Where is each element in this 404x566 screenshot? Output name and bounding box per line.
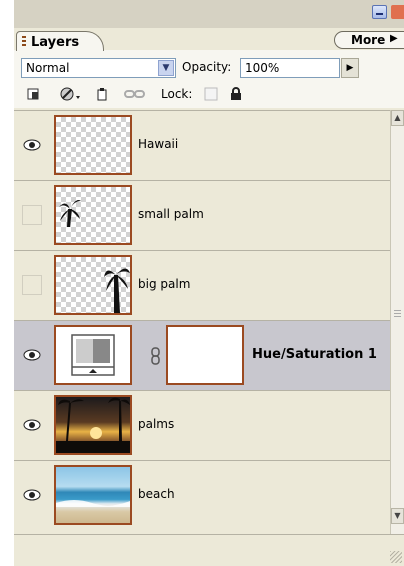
minimize-icon[interactable] <box>372 5 387 19</box>
opacity-value: 100% <box>245 61 280 75</box>
layer-row-small-palm[interactable]: small palm <box>14 180 390 250</box>
more-menu-label: More <box>351 33 386 47</box>
eye-icon[interactable] <box>22 135 42 155</box>
close-icon[interactable] <box>391 5 404 19</box>
lock-all-icon[interactable] <box>229 87 243 101</box>
layer-name: big palm <box>138 277 191 291</box>
more-menu-button[interactable]: More ▶ <box>334 31 404 49</box>
scroll-up-icon[interactable]: ▲ <box>391 110 404 126</box>
palms-sunset-photo <box>56 397 130 453</box>
opacity-slider-arrow-icon[interactable]: ▶ <box>341 58 359 78</box>
blend-mode-select[interactable]: Normal ▼ <box>21 58 176 78</box>
tab-bar: Layers More ▶ <box>14 28 404 51</box>
tab-layers[interactable]: Layers <box>16 31 104 51</box>
scroll-down-icon[interactable]: ▼ <box>391 508 404 524</box>
opacity-input[interactable]: 100% <box>240 58 340 78</box>
link-icon[interactable] <box>124 87 146 101</box>
small-palm-silhouette <box>59 200 81 227</box>
layer-name: Hawaii <box>138 137 179 151</box>
layer-row-palms[interactable]: palms <box>14 390 390 460</box>
blend-mode-value: Normal <box>26 61 70 75</box>
eye-icon[interactable] <box>22 415 42 435</box>
tab-layers-label: Layers <box>31 35 80 50</box>
layer-thumbnail-hawaii <box>54 115 132 175</box>
chain-link-icon[interactable] <box>150 347 162 368</box>
layer-options-bar: Normal ▼ Opacity: 100% ▶ Lock: <box>14 50 404 108</box>
resize-grip-icon[interactable] <box>390 551 402 563</box>
layer-row-beach[interactable]: beach <box>14 460 390 530</box>
layer-row-hawaii[interactable]: Hawaii <box>14 110 390 180</box>
layer-thumbnail-big-palm <box>54 255 132 315</box>
big-palm-silhouette <box>104 268 130 313</box>
layer-mask-thumbnail[interactable] <box>166 325 244 385</box>
layers-panel: Layers More ▶ Normal ▼ Opacity: 100% ▶ L… <box>14 0 404 566</box>
layers-scrollbar[interactable]: ▲ ▼ <box>390 110 404 534</box>
dropdown-arrow-icon[interactable]: ▼ <box>158 60 174 76</box>
adjustment-layer-thumbnail <box>54 325 132 385</box>
layer-row-big-palm[interactable]: big palm <box>14 250 390 320</box>
layer-name: small palm <box>138 207 204 221</box>
visibility-toggle[interactable] <box>22 205 42 225</box>
panel-title-strip <box>14 0 404 28</box>
lock-label: Lock: <box>161 87 193 101</box>
beach-photo <box>56 500 130 507</box>
layer-thumbnail-palms <box>54 395 132 455</box>
layer-thumbnail-beach <box>54 465 132 525</box>
layer-name: beach <box>138 487 175 501</box>
panel-bottom-bar <box>14 534 404 566</box>
opacity-label: Opacity: <box>182 60 232 74</box>
layer-thumbnail-small-palm <box>54 185 132 245</box>
adjustment-layer-icon <box>71 334 115 376</box>
layer-name: palms <box>138 417 175 431</box>
layers-list: Hawaii small palm big palm Hue/Saturatio… <box>14 110 390 534</box>
layer-style-icon[interactable] <box>27 87 41 101</box>
lock-transparency-icon[interactable] <box>204 87 218 101</box>
scroll-thumb-grip[interactable] <box>394 310 401 318</box>
eye-icon[interactable] <box>22 345 42 365</box>
tab-grip-icon[interactable] <box>22 36 26 47</box>
eye-icon[interactable] <box>22 485 42 505</box>
new-fill-icon[interactable] <box>96 87 110 101</box>
layer-row-hue-saturation[interactable]: Hue/Saturation 1 <box>14 320 390 390</box>
mask-icon[interactable] <box>60 87 82 101</box>
menu-arrow-icon: ▶ <box>390 33 398 44</box>
visibility-toggle[interactable] <box>22 275 42 295</box>
layer-name: Hue/Saturation 1 <box>252 347 377 362</box>
